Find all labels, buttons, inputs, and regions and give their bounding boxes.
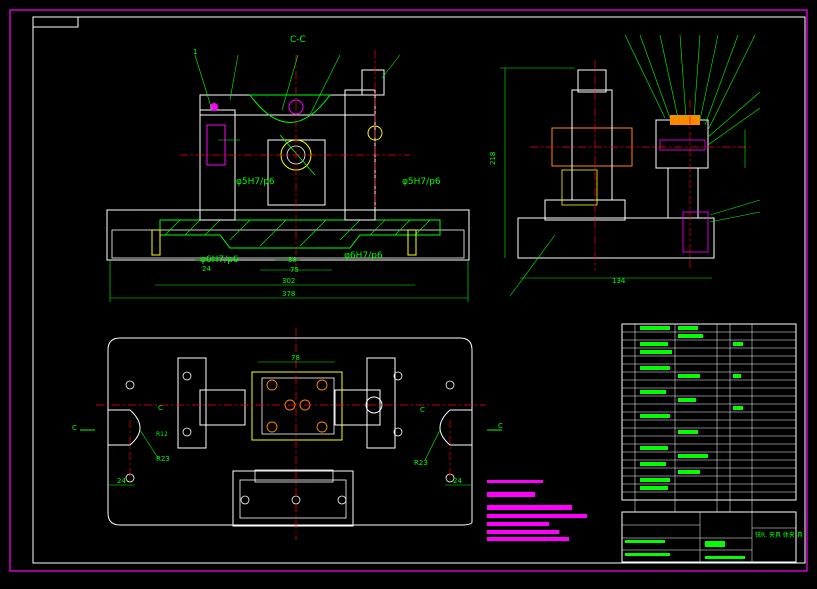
dim-top: 78	[291, 354, 300, 362]
section-label: C-C	[290, 35, 306, 45]
radius-left: R23	[156, 455, 170, 463]
drawing-title: 铣R, 夹具 体夹 具	[755, 531, 803, 539]
cut-left: C	[72, 424, 77, 432]
dim-75: 75	[290, 266, 299, 274]
dim-302: 302	[282, 277, 295, 285]
fit-lower-right: φ6H7/p6	[344, 251, 383, 261]
radius-right: R23	[414, 459, 428, 467]
dim-24: 24	[202, 265, 211, 273]
dim-left: 24	[117, 477, 126, 485]
cut-left-inner: C	[158, 404, 163, 412]
svg-text:R12: R12	[156, 431, 168, 438]
fit-lower-left: φ6H7/p6	[200, 255, 239, 265]
cad-drawing: C-C 378 302 75 38 24 φ5H7/p6 φ5H7/p6 φ6H…	[0, 0, 817, 589]
cut-right-inner: C	[420, 406, 425, 414]
fit-upper-right: φ5H7/p6	[402, 177, 441, 187]
dim-378: 378	[282, 290, 295, 298]
leader-1: 1	[193, 48, 197, 56]
cut-right: C	[498, 422, 503, 430]
dim-width: 134	[612, 277, 626, 285]
fit-upper-left: φ5H7/p6	[236, 177, 275, 187]
dim-right: 24	[453, 477, 462, 485]
dim-height: 218	[489, 152, 497, 165]
dim-38: 38	[288, 256, 297, 264]
